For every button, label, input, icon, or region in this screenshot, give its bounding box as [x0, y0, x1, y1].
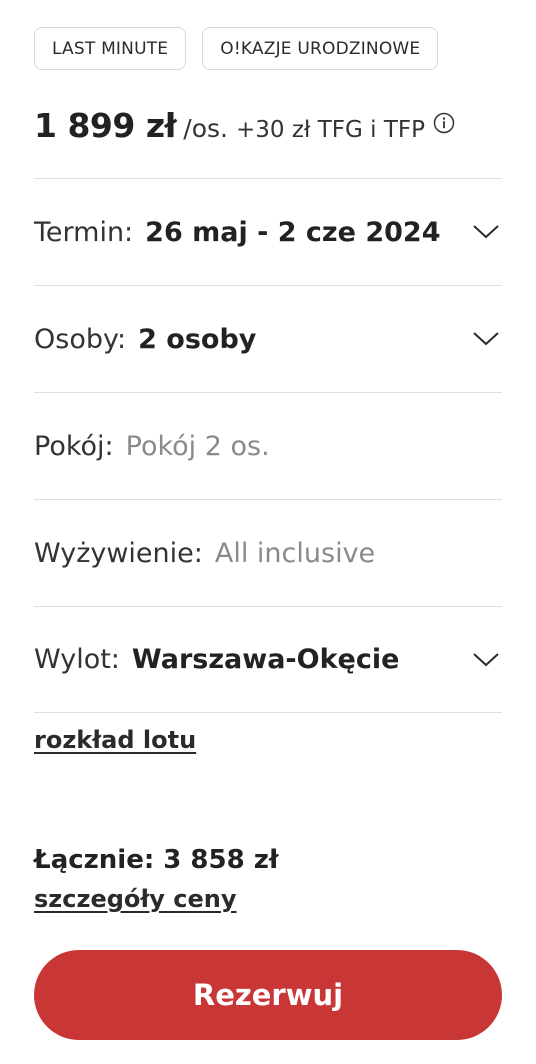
- tag-list: LAST MINUTE O!KAZJE URODZINOWE: [34, 27, 439, 70]
- booking-options: Termin: 26 maj - 2 cze 2024 Osoby: 2 osoby…: [34, 178, 502, 713]
- chevron-down-icon[interactable]: [472, 224, 500, 240]
- book-button[interactable]: Rezerwuj: [34, 950, 502, 1040]
- price-row: 1 899 zł /os. +30 zł TFG i TFP: [34, 106, 455, 145]
- booking-panel: LAST MINUTE O!KAZJE URODZINOWE 1 899 zł …: [0, 0, 536, 1064]
- price-unit: /os.: [183, 114, 228, 143]
- board-label: Wyżywienie:: [34, 537, 203, 569]
- total-price: Łącznie: 3 858 zł: [34, 845, 279, 875]
- chevron-down-icon[interactable]: [472, 331, 500, 347]
- chevron-down-icon[interactable]: [472, 652, 500, 668]
- board-row: Wyżywienie: All inclusive: [34, 499, 502, 606]
- room-value: Pokój 2 os.: [125, 430, 270, 462]
- persons-label: Osoby:: [34, 323, 127, 355]
- date-selector[interactable]: Termin: 26 maj - 2 cze 2024: [34, 178, 502, 285]
- price-extra-fees: +30 zł TFG i TFP: [235, 117, 426, 143]
- departure-value: Warszawa-Okęcie: [131, 644, 400, 675]
- price-details-link[interactable]: szczegóły ceny: [34, 885, 237, 913]
- persons-value: 2 osoby: [138, 323, 257, 355]
- room-row: Pokój: Pokój 2 os.: [34, 392, 502, 499]
- board-value: All inclusive: [214, 537, 376, 569]
- price-amount: 1 899 zł: [34, 106, 177, 145]
- info-circle-icon[interactable]: [433, 112, 455, 134]
- flight-schedule-link[interactable]: rozkład lotu: [34, 726, 196, 754]
- room-label: Pokój:: [34, 430, 114, 462]
- departure-selector[interactable]: Wylot: Warszawa-Okęcie: [34, 606, 502, 713]
- date-label: Termin:: [34, 216, 134, 248]
- date-value: 26 maj - 2 cze 2024: [145, 216, 441, 248]
- tag-last-minute[interactable]: LAST MINUTE: [34, 27, 187, 70]
- departure-label: Wylot:: [34, 644, 120, 675]
- tag-okazje-urodzinowe[interactable]: O!KAZJE URODZINOWE: [202, 27, 439, 70]
- persons-selector[interactable]: Osoby: 2 osoby: [34, 285, 502, 392]
